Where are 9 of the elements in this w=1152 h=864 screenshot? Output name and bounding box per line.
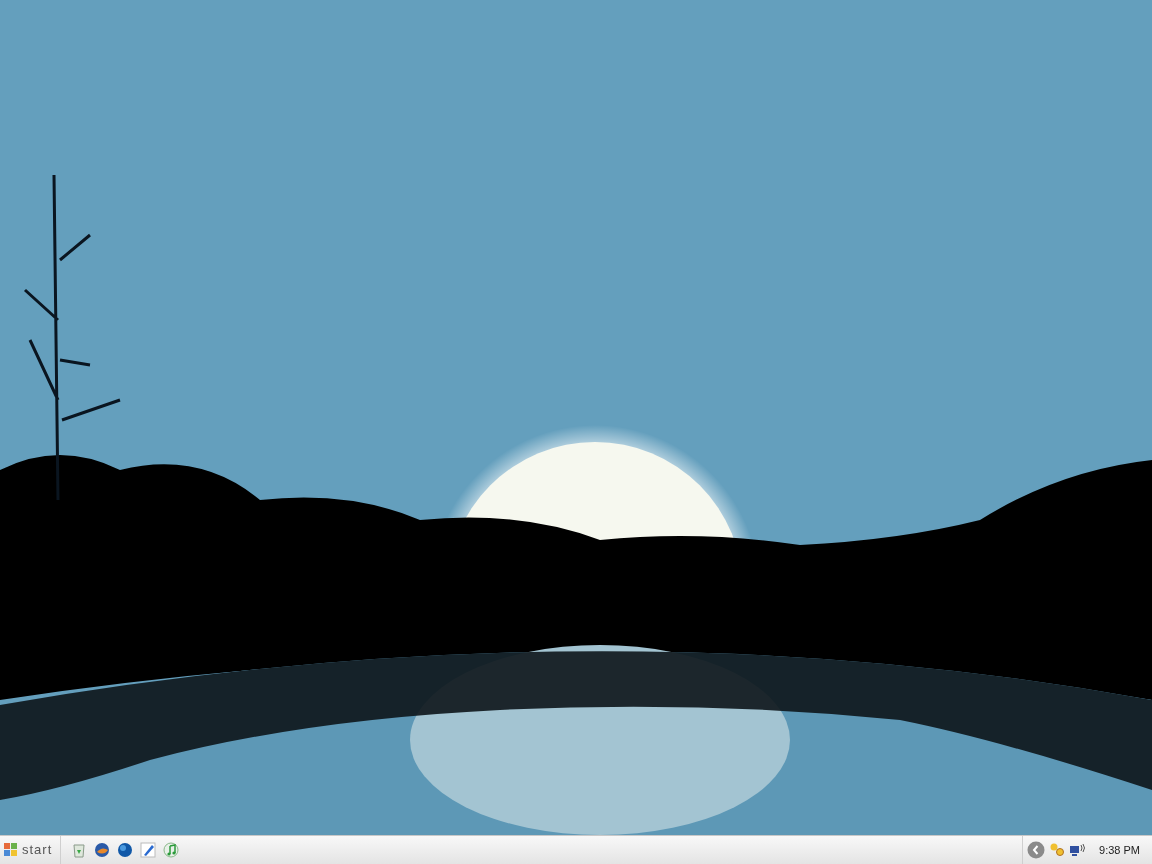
globe-icon[interactable] [117,842,134,858]
recycle-bin-icon[interactable] [71,842,88,858]
network-icon[interactable] [1069,842,1088,858]
show-hidden-icons-button[interactable] [1027,841,1046,859]
start-button[interactable]: start [0,836,62,864]
windows-logo-icon [4,843,18,857]
pen-icon[interactable] [140,842,157,858]
music-icon[interactable] [163,842,180,858]
clock[interactable]: 9:38 PM [1099,841,1140,859]
